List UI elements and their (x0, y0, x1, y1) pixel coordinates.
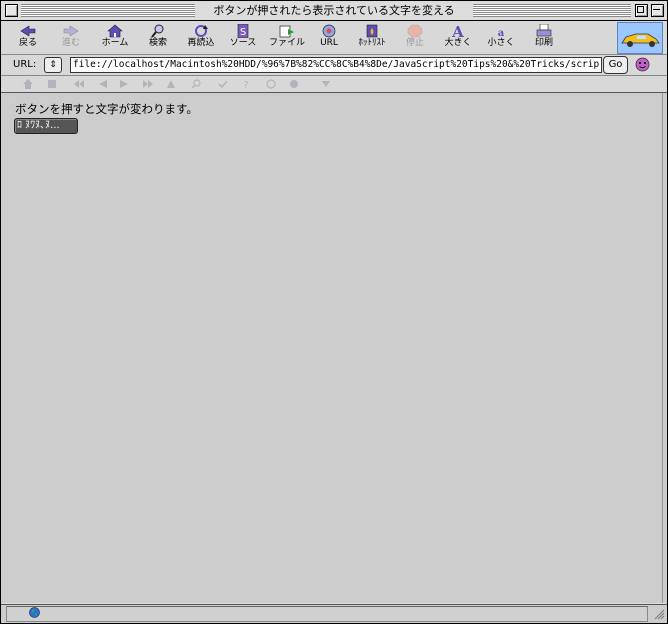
stop-button[interactable]: 停止 (393, 22, 437, 54)
font-larger-icon: A (451, 24, 464, 38)
reload-label: 再読込 (187, 38, 215, 48)
source-button[interactable]: S ソース (221, 22, 265, 54)
forward-label: 進む (61, 38, 80, 48)
url-button[interactable]: URL (307, 22, 351, 54)
url-bar: URL: ⇕ file://localhost/Macintosh%20HDD/… (1, 55, 667, 76)
zoom-box[interactable] (635, 4, 648, 17)
search-button[interactable]: 検索 (136, 22, 180, 54)
file-button[interactable]: ファイル (265, 22, 309, 54)
status-bar (1, 604, 667, 623)
back-button[interactable]: 戻る (6, 22, 50, 54)
source-icon: S (237, 24, 249, 38)
window-title: ボタンが押されたら表示されている文字を変える (195, 3, 473, 18)
back-arrow-icon (20, 25, 36, 37)
url-input[interactable]: file://localhost/Macintosh%20HDD/%96%7B%… (70, 57, 602, 73)
url-history-popup[interactable]: ⇕ (44, 57, 62, 73)
svg-text:A: A (451, 24, 464, 38)
home-label: ホーム (101, 38, 129, 48)
change-text-button[interactable]: ﾛ ﾇﾜﾇ､ﾇ... (14, 118, 78, 134)
nav-previous-icon[interactable] (98, 79, 108, 89)
page-content: ボタンを押すと文字が変わります。 ﾛ ﾇﾜﾇ､ﾇ... (6, 93, 662, 603)
status-field (6, 606, 648, 622)
font-smaller-label: 小さく (487, 38, 515, 48)
nav-search-icon[interactable] (191, 79, 201, 89)
home-icon (107, 24, 123, 38)
hotlist-button[interactable]: ﾎｯﾄﾘｽﾄ (350, 22, 394, 54)
font-smaller-button[interactable]: a 小さく (479, 22, 523, 54)
stop-icon (407, 24, 423, 38)
browser-logo (617, 22, 663, 54)
nav-index-icon[interactable] (47, 79, 57, 89)
instruction-text: ボタンを押すと文字が変わります。 (15, 102, 198, 116)
svg-text:a: a (498, 28, 505, 38)
file-icon (279, 25, 294, 38)
nav-contents-icon[interactable] (218, 79, 228, 89)
toolbar: 戻る 進む ホーム 検索 再読込 S ソース ファイル URL ﾎｯﾄﾘｽﾄ 停… (1, 21, 667, 55)
print-button[interactable]: 印刷 (522, 22, 566, 54)
hotlist-icon (366, 24, 378, 38)
nav-author-icon[interactable] (289, 79, 299, 89)
stop-label: 停止 (405, 38, 424, 48)
print-icon (536, 24, 552, 37)
collapse-box[interactable] (651, 4, 664, 17)
home-button[interactable]: ホーム (93, 22, 137, 54)
print-label: 印刷 (534, 38, 553, 48)
content-right-edge (662, 93, 667, 603)
reload-button[interactable]: 再読込 (179, 22, 223, 54)
resize-grip-icon[interactable] (652, 607, 665, 620)
url-label-text: URL (320, 38, 338, 48)
nav-first-icon[interactable] (74, 79, 84, 89)
source-label: ソース (229, 38, 257, 48)
nav-up-icon[interactable] (166, 79, 176, 89)
smiley-icon[interactable] (635, 57, 650, 72)
font-smaller-icon: a (498, 28, 505, 38)
url-icon (322, 24, 336, 38)
back-label: 戻る (18, 38, 37, 48)
nav-home-icon[interactable] (23, 79, 33, 89)
nav-next-icon[interactable] (119, 79, 129, 89)
nav-help-icon[interactable]: ? (241, 79, 251, 89)
file-label: ファイル (268, 38, 305, 48)
url-field-label: URL: (13, 59, 37, 70)
nav-more-icon[interactable] (321, 79, 331, 89)
browser-window: ボタンが押されたら表示されている文字を変える 戻る 進む ホーム 検索 再読込 (0, 0, 668, 624)
search-label: 検索 (148, 38, 167, 48)
svg-text:S: S (240, 27, 246, 38)
font-larger-button[interactable]: A 大きく (436, 22, 480, 54)
font-larger-label: 大きく (444, 38, 472, 48)
globe-icon (29, 607, 40, 618)
close-box[interactable] (5, 4, 18, 17)
car-logo-icon (621, 33, 660, 47)
svg-text:?: ? (243, 80, 248, 89)
search-icon (151, 24, 164, 38)
nav-last-icon[interactable] (143, 79, 153, 89)
forward-arrow-icon (63, 25, 79, 37)
navigation-link-bar: ? (1, 76, 667, 93)
title-bar[interactable]: ボタンが押されたら表示されている文字を変える (1, 1, 667, 21)
hotlist-label: ﾎｯﾄﾘｽﾄ (358, 38, 386, 48)
go-button[interactable]: Go (603, 56, 628, 74)
forward-button[interactable]: 進む (49, 22, 93, 54)
reload-icon (195, 25, 208, 37)
nav-copyright-icon[interactable] (266, 79, 276, 89)
